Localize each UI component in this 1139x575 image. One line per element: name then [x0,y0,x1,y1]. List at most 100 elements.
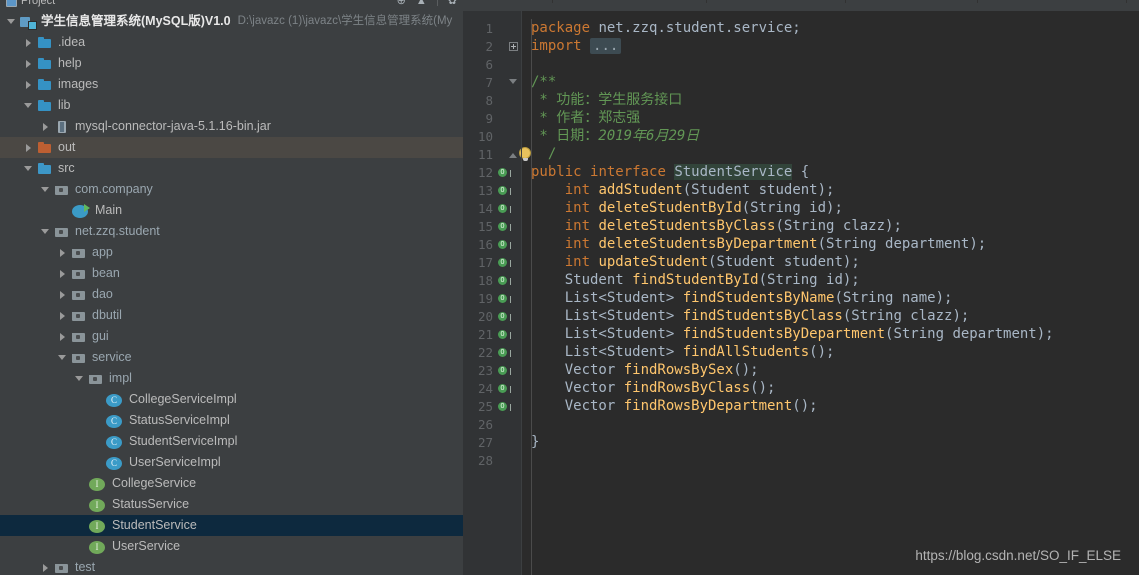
override-marker-icon[interactable]: O [498,275,511,285]
chevron-down-icon[interactable] [57,352,68,363]
tree-row-userservice[interactable]: I UserService [0,536,463,557]
gutter-line[interactable]: 14 O [463,199,521,217]
override-marker-icon[interactable]: O [498,329,511,339]
tree-row-com.company[interactable]: com.company [0,179,463,200]
gutter-line[interactable]: 9 [463,109,521,127]
tree-row-collegeservice[interactable]: I CollegeService [0,473,463,494]
gutter-line[interactable]: 28 [463,451,521,469]
chevron-right-icon[interactable] [57,310,68,321]
override-marker-icon[interactable]: O [498,221,511,231]
override-marker-icon[interactable]: O [498,401,511,411]
tree-row-statusserviceimpl[interactable]: C StatusServiceImpl [0,410,463,431]
settings-icon[interactable]: ✿ [448,0,457,7]
gutter-line[interactable]: 25 O [463,397,521,415]
tree-row-images[interactable]: images [0,74,463,95]
override-marker-icon[interactable]: O [498,365,511,375]
tree-row-dbutil[interactable]: dbutil [0,305,463,326]
editor-gutter[interactable]: 1 2 6 7 8 9 10 11 12 O 13 O 14 O 15 O 16 O 17 O 18 O 19 O 20 O 21 O… [463,11,531,575]
fold-plus-icon[interactable] [509,41,518,51]
chevron-down-icon[interactable] [6,16,17,27]
gutter-line[interactable]: 24 O [463,379,521,397]
chevron-right-icon[interactable] [57,268,68,279]
chevron-right-icon[interactable] [40,121,51,132]
collapse-all-icon[interactable]: ⊕ [397,0,406,7]
project-panel-title-group[interactable]: Project [6,0,55,11]
tree-row-studentserviceimpl[interactable]: C StudentServiceImpl [0,431,463,452]
override-marker-icon[interactable]: O [498,311,511,321]
editor-tab-mpl-java[interactable]: mpl.java✕ [463,0,554,3]
tree-row-userserviceimpl[interactable]: C UserServiceImpl [0,452,463,473]
tree-row-service[interactable]: service [0,347,463,368]
tree-row-studentservice[interactable]: I StudentService [0,515,463,536]
gutter-line[interactable]: 6 [463,55,521,73]
gutter-line[interactable]: 19 O [463,289,521,307]
chevron-right-icon[interactable] [23,37,34,48]
chevron-right-icon[interactable] [40,562,51,573]
tree-row-label: UserServiceImpl [129,455,221,469]
gutter-line[interactable]: 10 [463,127,521,145]
editor-tab-collegedao-java[interactable]: CollegeDao.java✕ [846,0,978,3]
editor-tab-collegeservice-java[interactable]: CollegeService.java✕ [978,0,1127,3]
override-marker-icon[interactable]: O [498,293,511,303]
gutter-line[interactable]: 11 [463,145,531,163]
gutter-line[interactable]: 26 [463,415,521,433]
tree-row-app[interactable]: app [0,242,463,263]
tree-row-net.zzq.student[interactable]: net.zzq.student [0,221,463,242]
fold-capdown-icon[interactable] [509,78,518,87]
override-marker-icon[interactable]: O [498,347,511,357]
override-marker-icon[interactable]: O [498,239,511,249]
chevron-down-icon[interactable] [74,373,85,384]
chevron-right-icon[interactable] [23,58,34,69]
tree-row-impl[interactable]: impl [0,368,463,389]
tree-row-src[interactable]: src [0,158,463,179]
tree-row--mysql-v1.0[interactable]: 学生信息管理系统(MySQL版)V1.0 D:\javazc (1)\javazc… [0,11,463,32]
gutter-line[interactable]: 15 O [463,217,521,235]
editor-code[interactable]: package net.zzq.student.service; import .… [521,11,1139,575]
editor-tab-userdaoimpl-java[interactable]: UserDaoImpl.java✕ [707,0,847,3]
gutter-line[interactable]: 2 [463,37,521,55]
gutter-line[interactable]: 13 O [463,181,521,199]
gutter-line[interactable]: 23 O [463,361,521,379]
gutter-line[interactable]: 17 O [463,253,521,271]
chevron-right-icon[interactable] [57,331,68,342]
tree-row-bean[interactable]: bean [0,263,463,284]
gutter-line[interactable]: 7 [463,73,521,91]
gutter-line[interactable]: 12 O [463,163,521,181]
override-marker-icon[interactable]: O [498,383,511,393]
gutter-line[interactable]: 16 O [463,235,521,253]
tree-row-out[interactable]: out [0,137,463,158]
tree-row-dao[interactable]: dao [0,284,463,305]
gutter-line[interactable]: 8 [463,91,521,109]
override-marker-icon[interactable]: O [498,167,511,177]
gutter-line[interactable]: 21 O [463,325,521,343]
gutter-line[interactable]: 1 [463,19,521,37]
chevron-down-icon[interactable] [23,100,34,111]
chevron-right-icon[interactable] [23,142,34,153]
tree-row-gui[interactable]: gui [0,326,463,347]
tree-row-test[interactable]: test [0,557,463,575]
expand-icon[interactable]: ▲ [416,0,427,7]
chevron-down-icon[interactable] [40,184,51,195]
chevron-right-icon[interactable] [57,247,68,258]
tree-row-collegeserviceimpl[interactable]: C CollegeServiceImpl [0,389,463,410]
editor-tab-studentdaoimpl-java[interactable]: StudentDaoImpl.java✕ [553,0,708,3]
override-marker-icon[interactable]: O [498,203,511,213]
override-marker-icon[interactable]: O [498,185,511,195]
gutter-line[interactable]: 20 O [463,307,521,325]
tree-row-mysql-connector-java-5.1.16-bin.jar[interactable]: mysql-connector-java-5.1.16-bin.jar [0,116,463,137]
chevron-right-icon[interactable] [57,289,68,300]
tree-row-.idea[interactable]: .idea [0,32,463,53]
fold-capup-icon[interactable] [509,150,518,159]
tree-row-help[interactable]: help [0,53,463,74]
gutter-line[interactable]: 18 O [463,271,521,289]
gutter-line[interactable]: 22 O [463,343,521,361]
gutter-line[interactable]: 27 [463,433,521,451]
chevron-down-icon[interactable] [40,226,51,237]
line-number: 22 [477,344,493,360]
override-marker-icon[interactable]: O [498,257,511,267]
chevron-down-icon[interactable] [23,163,34,174]
tree-row-statusservice[interactable]: I StatusService [0,494,463,515]
chevron-right-icon[interactable] [23,79,34,90]
tree-row-main[interactable]: Main [0,200,463,221]
tree-row-lib[interactable]: lib [0,95,463,116]
